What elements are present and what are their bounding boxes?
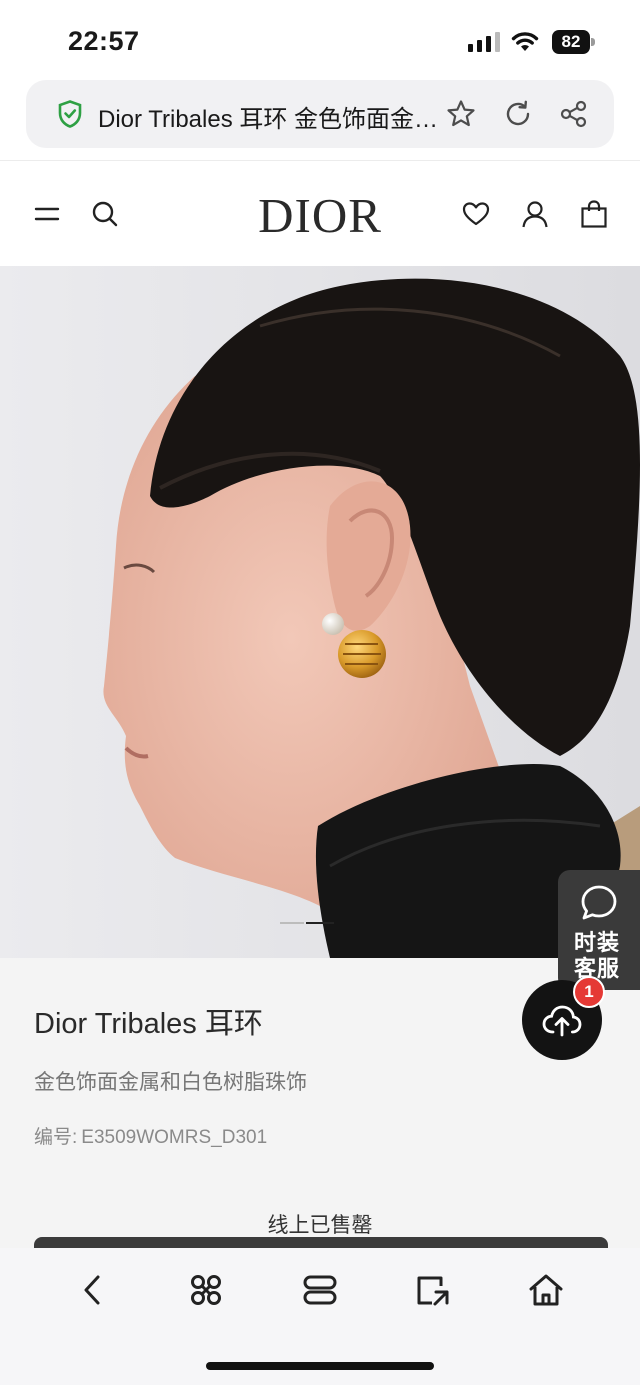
notification-badge: 1 [573, 976, 605, 1008]
wifi-icon [511, 32, 539, 51]
battery-icon: 82 [552, 30, 596, 54]
reload-icon[interactable] [503, 99, 533, 129]
home-indicator[interactable] [206, 1362, 434, 1370]
address-bar[interactable]: Dior Tribales 耳环 金色饰面金属和白色树脂珠饰 [26, 80, 614, 148]
star-icon[interactable] [446, 99, 476, 129]
product-hero-image[interactable] [0, 266, 640, 958]
battery-tip [591, 38, 595, 46]
model-photo [0, 266, 640, 958]
tab-switch-icon[interactable] [414, 1272, 450, 1308]
pager-dot-1[interactable] [280, 922, 304, 924]
battery-level: 82 [552, 30, 590, 54]
pager-dot-2-active[interactable] [306, 922, 334, 924]
chat-bubble-icon [581, 885, 617, 920]
availability-text: 线上已售罄 [267, 1214, 373, 1237]
carousel-pager[interactable] [280, 922, 334, 924]
back-icon[interactable] [76, 1272, 112, 1308]
sku-value: E3509WOMRS_D301 [81, 1127, 268, 1148]
site-header: DIOR [0, 161, 640, 265]
user-icon[interactable] [520, 199, 550, 229]
shield-check-icon [58, 100, 82, 128]
customer-service-button[interactable]: 时装客服 [558, 870, 640, 990]
product-name: Dior Tribales 耳环 [34, 1008, 263, 1040]
share-icon[interactable] [559, 99, 589, 129]
command-icon[interactable] [188, 1272, 224, 1308]
product-description: 金色饰面金属和白色树脂珠饰 [34, 1071, 307, 1094]
shopping-bag-icon[interactable] [579, 199, 609, 229]
cellular-signal-icon [468, 32, 500, 52]
tabs-icon[interactable] [302, 1272, 338, 1308]
cloud-upload-icon [542, 1005, 582, 1037]
home-icon[interactable] [528, 1272, 564, 1308]
browser-toolbar [0, 1248, 640, 1385]
product-sku: 编号: E3509WOMRS_D301 [34, 1122, 267, 1149]
page-title[interactable]: Dior Tribales 耳环 金色饰面金属和白色树脂珠饰 [98, 99, 448, 134]
heart-icon[interactable] [461, 199, 491, 229]
chat-label: 时装客服 [574, 930, 621, 981]
sku-label: 编号: [34, 1127, 78, 1148]
status-time: 22:57 [68, 26, 140, 56]
status-bar: 22:57 82 [0, 0, 640, 80]
